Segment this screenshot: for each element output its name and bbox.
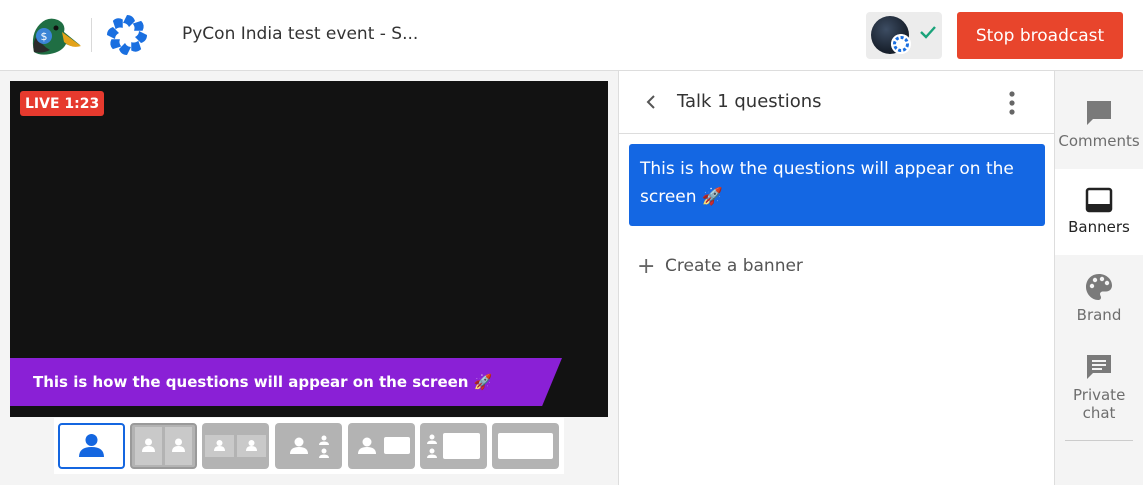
banner-icon xyxy=(1085,187,1113,213)
group-screen-icon xyxy=(427,433,480,459)
rail-label-private-chat: Private chat xyxy=(1073,386,1126,422)
create-banner-button[interactable]: + Create a banner xyxy=(637,253,803,279)
event-title[interactable]: PyCon India test event - S... xyxy=(182,24,418,44)
header: $ PyCon India test event - S... Stop bro… xyxy=(0,0,1143,71)
layout-group-and-screen[interactable] xyxy=(420,423,487,469)
stage-banner: This is how the questions will appear on… xyxy=(10,358,562,406)
rail-item-comments[interactable]: Comments xyxy=(1055,82,1143,166)
stage-area: LIVE 1:23 This is how the questions will… xyxy=(0,71,618,485)
banners-panel: Talk 1 questions This is how the questio… xyxy=(618,71,1055,485)
create-banner-label: Create a banner xyxy=(665,256,803,276)
more-vertical-icon[interactable] xyxy=(1004,90,1020,116)
destination-chip[interactable] xyxy=(866,12,942,59)
streamyard-logo-icon xyxy=(107,15,147,55)
person-icon xyxy=(79,434,104,457)
comment-icon xyxy=(1087,101,1111,125)
live-badge: LIVE 1:23 xyxy=(20,91,105,116)
panel-title: Talk 1 questions xyxy=(677,91,822,112)
banner-card[interactable]: This is how the questions will appear on… xyxy=(629,144,1045,226)
layout-two-thin[interactable] xyxy=(202,423,269,469)
layout-screen-only[interactable] xyxy=(492,423,559,469)
two-person-wide-icon xyxy=(205,435,266,457)
streamyard-badge-icon xyxy=(891,34,911,54)
rail-label-banners: Banners xyxy=(1068,218,1130,236)
plus-icon: + xyxy=(637,253,656,279)
group-icon xyxy=(290,435,329,458)
rail-item-private-chat[interactable]: Private chat xyxy=(1055,341,1143,431)
layout-solo[interactable] xyxy=(58,423,125,469)
palette-icon xyxy=(1086,274,1112,300)
rail-label-brand: Brand xyxy=(1076,306,1122,324)
layout-two-side-by-side[interactable] xyxy=(130,423,197,469)
rail-item-brand[interactable]: Brand xyxy=(1055,257,1143,341)
rail-item-banners[interactable]: Banners xyxy=(1055,169,1143,255)
svg-text:$: $ xyxy=(41,30,48,43)
rail-divider xyxy=(1065,440,1133,441)
screen-icon xyxy=(498,433,553,459)
layout-person-and-screen[interactable] xyxy=(348,423,415,469)
rail-label-comments: Comments xyxy=(1058,132,1140,150)
two-person-icon xyxy=(135,427,192,465)
check-icon xyxy=(920,26,936,39)
right-rail: Comments Banners Brand Private chat xyxy=(1055,71,1143,485)
broadcast-stage: LIVE 1:23 This is how the questions will… xyxy=(10,81,608,417)
duck-logo-icon: $ xyxy=(32,18,81,55)
header-divider xyxy=(91,18,92,52)
layout-group[interactable] xyxy=(275,423,342,469)
chevron-left-icon[interactable] xyxy=(643,92,659,112)
panel-header: Talk 1 questions xyxy=(619,71,1055,134)
layout-picker xyxy=(54,418,564,474)
person-screen-icon xyxy=(358,437,410,454)
chat-icon xyxy=(1087,355,1111,379)
stop-broadcast-button[interactable]: Stop broadcast xyxy=(957,12,1123,59)
